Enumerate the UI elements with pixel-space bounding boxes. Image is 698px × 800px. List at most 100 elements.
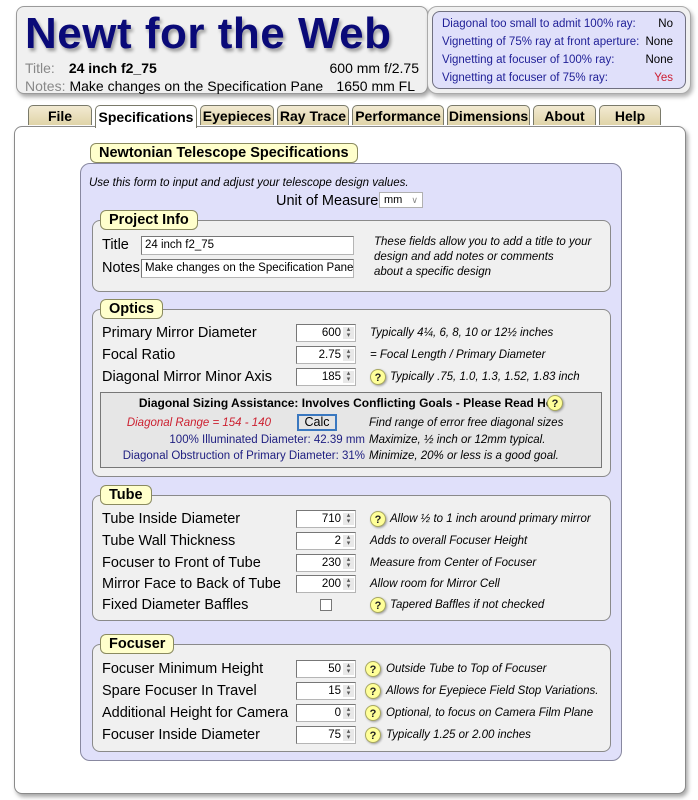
status-row: Vignetting at focuser of 75% ray: Yes: [442, 72, 673, 84]
status-panel-inner: Diagonal too small to admit 100% ray: No …: [432, 11, 686, 89]
tab-specifications[interactable]: Specifications: [95, 105, 197, 128]
help-icon[interactable]: ?: [365, 705, 381, 721]
camera-height-hint: Optional, to focus on Camera Film Plane: [386, 707, 594, 719]
focal-length-summary: 1650 mm FL: [336, 78, 415, 94]
specifications-heading: Newtonian Telescope Specifications: [90, 143, 358, 163]
spare-focuser-travel-hint: Allows for Eyepiece Field Stop Variation…: [386, 685, 599, 697]
illuminated-diameter: 100% Illuminated Diameter: 42.39 mm: [169, 434, 365, 446]
tab-help[interactable]: Help: [599, 105, 661, 125]
tab-dimensions[interactable]: Dimensions: [447, 105, 530, 125]
spinner-icon[interactable]: ▴ ▾: [343, 348, 354, 361]
focuser-min-height-value: 50: [328, 663, 341, 675]
focal-ratio-input[interactable]: 2.75 ▴ ▾: [296, 346, 356, 364]
tube-inside-diameter-hint: Allow ½ to 1 inch around primary mirror: [390, 513, 591, 525]
focuser-inside-diameter-hint: Typically 1.25 or 2.00 inches: [386, 729, 531, 741]
chevron-down-icon: ∨: [411, 195, 418, 205]
help-icon[interactable]: ?: [370, 369, 386, 385]
unit-of-measure-select[interactable]: mm ∨: [379, 192, 423, 208]
help-icon[interactable]: ?: [370, 597, 386, 613]
notes-input[interactable]: Make changes on the Specification Pane: [141, 259, 354, 278]
help-icon[interactable]: ?: [370, 511, 386, 527]
spinner-icon[interactable]: ▴ ▾: [343, 512, 354, 525]
tab-about[interactable]: About: [533, 105, 596, 125]
focuser-to-front-input[interactable]: 230 ▴ ▾: [296, 554, 356, 572]
focal-ratio-value: 2.75: [318, 349, 341, 361]
diagonal-assist-title: Diagonal Sizing Assistance: Involves Con…: [101, 396, 601, 410]
title-input[interactable]: 24 inch f2_75: [141, 236, 354, 255]
calc-button[interactable]: Calc: [297, 414, 337, 431]
spare-focuser-travel-label: Spare Focuser In Travel: [102, 683, 257, 699]
spinner-icon[interactable]: ▴ ▾: [343, 728, 354, 741]
header-title-row: Title: 24 inch f2_75: [25, 60, 157, 76]
spinner-icon[interactable]: ▴ ▾: [343, 577, 354, 590]
status-label: Vignetting at focuser of 100% ray:: [442, 54, 615, 66]
project-info-heading: Project Info: [100, 210, 198, 230]
calc-hint: Find range of error free diagonal sizes: [369, 417, 564, 429]
status-row: Vignetting at focuser of 100% ray: None: [442, 54, 673, 66]
primary-mirror-diameter-input[interactable]: 600 ▴ ▾: [296, 324, 356, 342]
diagonal-assist-title-text: Diagonal Sizing Assistance: Involves Con…: [138, 396, 564, 410]
focuser-heading: Focuser: [100, 634, 175, 654]
camera-height-input[interactable]: 0 ▴ ▾: [296, 704, 356, 722]
camera-height-value: 0: [334, 707, 341, 719]
diagonal-obstruction: Diagonal Obstruction of Primary Diameter…: [122, 450, 365, 462]
status-row: Diagonal too small to admit 100% ray: No: [442, 18, 673, 30]
header-notes-label: Notes:: [25, 78, 66, 94]
tube-inside-diameter-label: Tube Inside Diameter: [102, 511, 241, 527]
focuser-inside-diameter-value: 75: [328, 729, 341, 741]
tab-eyepieces[interactable]: Eyepieces: [200, 105, 274, 125]
spare-focuser-travel-input[interactable]: 15 ▴ ▾: [296, 682, 356, 700]
fixed-baffles-checkbox[interactable]: [320, 599, 332, 611]
focuser-min-height-hint: Outside Tube to Top of Focuser: [386, 663, 547, 675]
spinner-icon[interactable]: ▴ ▾: [343, 534, 354, 547]
status-label: Diagonal too small to admit 100% ray:: [442, 18, 636, 30]
diagonal-minor-axis-hint: Typically .75, 1.0, 1.3, 1.52, 1.83 inch: [390, 371, 580, 383]
primary-mirror-diameter-label: Primary Mirror Diameter: [102, 325, 257, 341]
spinner-icon[interactable]: ▴ ▾: [343, 662, 354, 675]
tube-wall-thickness-hint: Adds to overall Focuser Height: [370, 535, 528, 547]
tab-performance[interactable]: Performance: [352, 105, 444, 125]
notes-label: Notes: [102, 260, 140, 276]
header-notes-row: Notes: Make changes on the Specification …: [25, 78, 323, 94]
tube-inside-diameter-value: 710: [321, 513, 341, 525]
tab-file[interactable]: File: [28, 105, 92, 125]
focuser-min-height-label: Focuser Minimum Height: [102, 661, 264, 677]
status-row: Vignetting of 75% ray at front aperture:…: [442, 36, 673, 48]
primary-mirror-diameter-hint: Typically 4¼, 6, 8, 10 or 12½ inches: [370, 327, 554, 339]
tube-wall-thickness-input[interactable]: 2 ▴ ▾: [296, 532, 356, 550]
app-title: Newt for the Web: [25, 9, 392, 58]
spinner-icon[interactable]: ▴ ▾: [343, 684, 354, 697]
tube-wall-thickness-value: 2: [334, 535, 341, 547]
help-icon[interactable]: ?: [547, 395, 563, 411]
diagonal-minor-axis-input[interactable]: 185 ▴ ▾: [296, 368, 356, 386]
diagonal-minor-axis-value: 185: [321, 371, 341, 383]
tab-ray-trace[interactable]: Ray Trace: [277, 105, 349, 125]
camera-height-label: Additional Height for Camera: [102, 705, 289, 721]
diagonal-obstruction-hint: Minimize, 20% or less is a good goal.: [369, 450, 559, 462]
diagonal-range: Diagonal Range = 154 - 140: [126, 417, 271, 429]
help-icon[interactable]: ?: [365, 727, 381, 743]
project-info-hint: These fields allow you to add a title to…: [374, 236, 592, 248]
mirror-to-back-input[interactable]: 200 ▴ ▾: [296, 575, 356, 593]
focuser-inside-diameter-input[interactable]: 75 ▴ ▾: [296, 726, 356, 744]
fixed-baffles-label: Fixed Diameter Baffles: [102, 597, 249, 613]
tube-heading: Tube: [100, 485, 152, 505]
spinner-icon[interactable]: ▴ ▾: [343, 326, 354, 339]
optics-heading: Optics: [100, 299, 164, 319]
focuser-min-height-input[interactable]: 50 ▴ ▾: [296, 660, 356, 678]
spinner-icon[interactable]: ▴ ▾: [343, 706, 354, 719]
status-value: None: [645, 36, 674, 48]
status-label: Vignetting at focuser of 75% ray:: [442, 72, 608, 84]
status-panel: Diagonal too small to admit 100% ray: No …: [427, 6, 691, 94]
help-icon[interactable]: ?: [365, 683, 381, 699]
spinner-icon[interactable]: ▴ ▾: [343, 370, 354, 383]
diagonal-minor-axis-label: Diagonal Mirror Minor Axis: [102, 369, 273, 385]
spinner-icon[interactable]: ▴ ▾: [343, 556, 354, 569]
status-value: No: [658, 18, 673, 30]
help-icon[interactable]: ?: [365, 661, 381, 677]
focuser-to-front-hint: Measure from Center of Focuser: [370, 557, 537, 569]
tube-inside-diameter-input[interactable]: 710 ▴ ▾: [296, 510, 356, 528]
focuser-inside-diameter-label: Focuser Inside Diameter: [102, 727, 260, 743]
project-info-hint: design and add notes or comments: [374, 251, 554, 263]
header-notes-value: Make changes on the Specification Pane: [69, 78, 324, 94]
